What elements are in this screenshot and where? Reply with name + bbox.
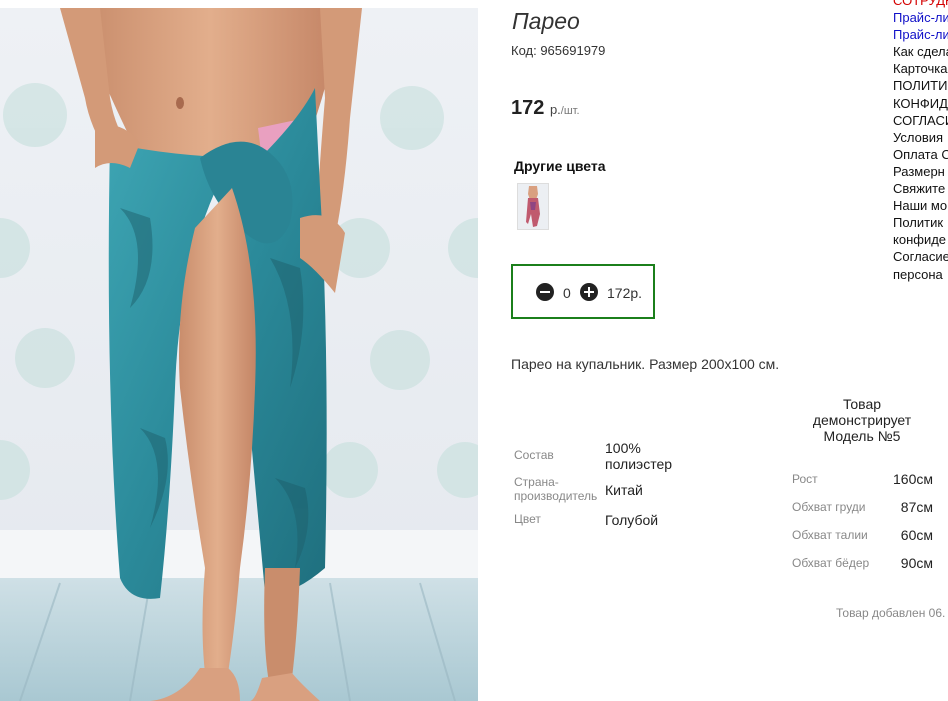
model-param-value-waist: 60см [900,527,933,543]
added-date-text: Товар добавлен 06. [836,606,946,620]
model-param-value-height: 160см [893,471,933,487]
model-param-label-waist: Обхват талии [792,528,868,542]
side-link-sizes[interactable]: Размерн [893,163,948,180]
minus-circle-icon[interactable] [536,283,554,301]
product-price: 172 р./шт. [511,97,580,120]
quantity-total-price: 172р. [607,285,643,301]
side-links-menu: СОТРУДН Прайс-ли Прайс-ли Как сдела Карт… [893,0,948,283]
model-param-label-height: Рост [792,472,818,486]
color-swatch-thumbnail[interactable] [517,183,549,230]
side-link-contact[interactable]: Свяжите [893,180,948,197]
side-link-consent-upper[interactable]: СОГЛАСИ [893,112,948,129]
spec-value-color: Голубой [605,512,659,528]
model-param-value-bust: 87см [900,499,933,515]
side-link-personal-data[interactable]: персона [893,266,948,283]
side-link-policy[interactable]: Политик [893,214,948,231]
spec-label-country: Страна-производитель [514,475,598,503]
product-description: Парео на купальник. Размер 200х100 см. [511,356,780,372]
product-photo[interactable] [0,8,478,701]
side-link-policy-upper[interactable]: ПОЛИТИК [893,77,948,94]
side-link-consent[interactable]: Согласие [893,248,948,265]
side-link-terms[interactable]: Условия [893,129,948,146]
spec-label-composition: Состав [514,448,554,462]
side-link-payment[interactable]: Оплата С [893,146,948,163]
product-code: Код: 965691979 [511,43,606,58]
price-unit: /шт. [560,105,580,117]
model-param-label-bust: Обхват груди [792,500,866,514]
plus-circle-icon[interactable] [580,283,598,301]
model-caption: Товар демонстрирует Модель №5 [812,396,912,444]
model-param-value-hips: 90см [900,555,933,571]
spec-label-color: Цвет [514,512,541,526]
quantity-value: 0 [563,285,571,301]
side-link-privacy[interactable]: конфиде [893,231,948,248]
product-title: Парео [512,8,580,34]
side-link-our-models[interactable]: Наши мо [893,197,948,214]
side-link-employees[interactable]: СОТРУДН [893,0,948,9]
price-value: 172 [511,97,545,119]
side-link-how-to-order[interactable]: Как сдела [893,43,948,60]
model-param-label-hips: Обхват бёдер [792,556,870,570]
side-link-privacy-upper[interactable]: КОНФИДЕ [893,95,948,112]
side-link-price-list-2[interactable]: Прайс-ли [893,26,948,43]
side-link-price-list-1[interactable]: Прайс-ли [893,9,948,26]
other-colors-title: Другие цвета [514,158,606,174]
quantity-selector: 0 172р. [511,264,655,319]
side-link-card[interactable]: Карточка [893,60,948,77]
spec-value-composition: 100% полиэстер [605,440,673,472]
price-currency: р. [549,102,561,117]
spec-value-country: Китай [605,482,643,498]
